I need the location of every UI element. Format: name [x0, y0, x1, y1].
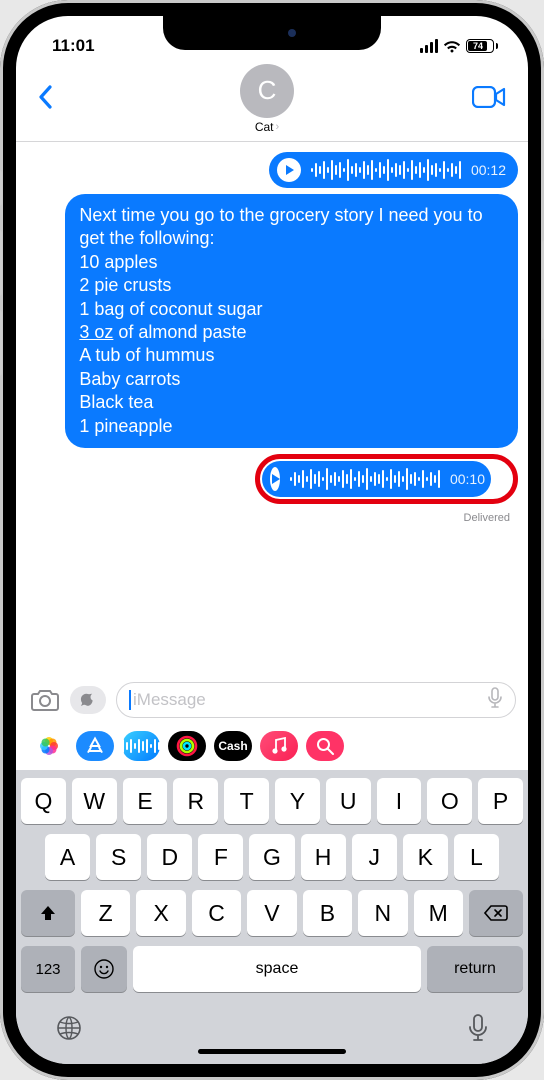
key-k[interactable]: K — [403, 834, 448, 880]
key-v[interactable]: V — [247, 890, 296, 936]
key-y[interactable]: Y — [275, 778, 320, 824]
key-u[interactable]: U — [326, 778, 371, 824]
numbers-key[interactable]: 123 — [21, 946, 75, 992]
key-f[interactable]: F — [198, 834, 243, 880]
keyboard-dictation-key[interactable] — [467, 1013, 489, 1048]
mute-switch[interactable] — [0, 170, 2, 206]
dictation-button[interactable] — [487, 687, 503, 714]
fitness-app-icon[interactable] — [168, 731, 206, 761]
key-s[interactable]: S — [96, 834, 141, 880]
avatar: C — [240, 64, 294, 118]
key-w[interactable]: W — [72, 778, 117, 824]
contact-info[interactable]: C Cat› — [240, 64, 294, 134]
battery-indicator: 74 — [466, 39, 498, 53]
key-i[interactable]: I — [377, 778, 422, 824]
key-p[interactable]: P — [478, 778, 523, 824]
chevron-right-icon: › — [276, 121, 280, 133]
messages-thread[interactable]: 00:12 Next time you go to the grocery st… — [16, 142, 528, 676]
play-icon — [272, 474, 280, 484]
message-input[interactable]: iMessage — [116, 682, 516, 718]
key-c[interactable]: C — [192, 890, 241, 936]
key-g[interactable]: G — [249, 834, 294, 880]
key-o[interactable]: O — [427, 778, 472, 824]
play-button[interactable] — [270, 467, 280, 491]
back-button[interactable] — [30, 85, 62, 114]
status-time: 11:01 — [52, 36, 95, 56]
key-x[interactable]: X — [136, 890, 185, 936]
shift-key[interactable] — [21, 890, 75, 936]
text-message[interactable]: Next time you go to the grocery story I … — [65, 194, 518, 448]
key-d[interactable]: D — [147, 834, 192, 880]
facetime-video-button[interactable] — [472, 86, 506, 113]
key-m[interactable]: M — [414, 890, 463, 936]
key-z[interactable]: Z — [81, 890, 130, 936]
key-j[interactable]: J — [352, 834, 397, 880]
key-a[interactable]: A — [45, 834, 90, 880]
app-drawer-button[interactable] — [70, 686, 106, 714]
annotation-highlight: 00:10 — [255, 454, 518, 504]
message-placeholder: iMessage — [133, 690, 206, 710]
key-b[interactable]: B — [303, 890, 352, 936]
key-e[interactable]: E — [123, 778, 168, 824]
photos-app-icon[interactable] — [30, 731, 68, 761]
wifi-icon — [443, 40, 461, 53]
waveform-icon — [311, 159, 461, 181]
key-h[interactable]: H — [301, 834, 346, 880]
space-key[interactable]: space — [133, 946, 421, 992]
keyboard: QWERTYUIOP ASDFGHJKL ZXCVBNM 123 space r… — [16, 770, 528, 1064]
contact-name-label: Cat — [255, 120, 274, 134]
key-r[interactable]: R — [173, 778, 218, 824]
conversation-header: C Cat› — [16, 64, 528, 142]
emoji-key[interactable] — [81, 946, 127, 992]
voice-message-1[interactable]: 00:12 — [269, 152, 518, 188]
play-icon — [286, 165, 294, 175]
phone-frame: 11:01 74 C Cat› — [0, 0, 544, 1080]
home-indicator[interactable] — [198, 1049, 346, 1054]
key-q[interactable]: Q — [21, 778, 66, 824]
voice-duration-label: 00:12 — [471, 162, 506, 178]
search-app-icon[interactable] — [306, 731, 344, 761]
applecash-app-icon[interactable]: Cash — [214, 731, 252, 761]
volume-down-button[interactable] — [0, 310, 2, 376]
phone-screen: 11:01 74 C Cat› — [16, 16, 528, 1064]
volume-up-button[interactable] — [0, 230, 2, 296]
notch — [163, 16, 381, 50]
play-button[interactable] — [277, 158, 301, 182]
key-l[interactable]: L — [454, 834, 499, 880]
cellular-signal-icon — [420, 39, 438, 53]
backspace-key[interactable] — [469, 890, 523, 936]
waveform-icon — [290, 468, 440, 490]
voice-message-2[interactable]: 00:10 — [262, 461, 491, 497]
voice-duration-label: 00:10 — [450, 471, 485, 487]
delivered-status: Delivered — [464, 512, 510, 524]
key-n[interactable]: N — [358, 890, 407, 936]
globe-key[interactable] — [55, 1014, 83, 1047]
message-input-row: iMessage — [16, 676, 528, 726]
text-cursor — [129, 690, 131, 710]
music-app-icon[interactable] — [260, 731, 298, 761]
audio-app-icon[interactable] — [122, 731, 160, 761]
imessage-app-strip: Cash — [16, 726, 528, 770]
return-key[interactable]: return — [427, 946, 523, 992]
key-t[interactable]: T — [224, 778, 269, 824]
camera-button[interactable] — [30, 688, 60, 712]
appstore-app-icon[interactable] — [76, 731, 114, 761]
